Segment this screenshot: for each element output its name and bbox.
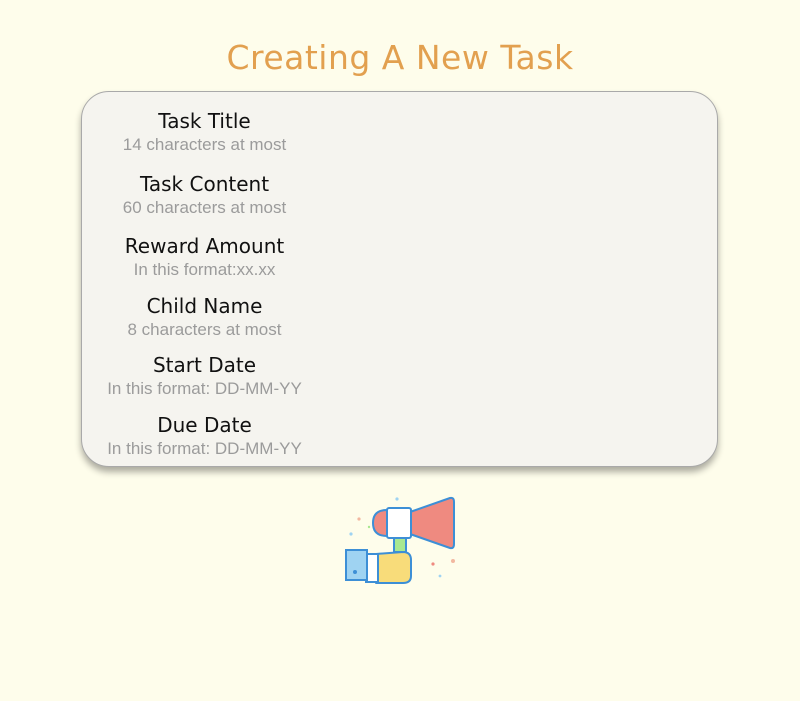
reward-amount-label: Reward Amount xyxy=(124,234,285,258)
reward-amount-input[interactable] xyxy=(82,259,327,281)
megaphone-icon xyxy=(345,496,455,584)
task-content-field: Task Content xyxy=(82,171,327,219)
due-date-field: Due Date xyxy=(82,412,327,460)
due-date-input[interactable] xyxy=(82,438,327,460)
start-date-label: Start Date xyxy=(152,353,257,377)
reward-amount-field: Reward Amount xyxy=(82,233,327,281)
child-name-label: Child Name xyxy=(146,294,263,318)
submit-task-button[interactable] xyxy=(340,494,460,586)
due-date-label: Due Date xyxy=(157,413,252,437)
task-title-input[interactable] xyxy=(82,134,327,156)
page-title: Creating A New Task xyxy=(226,38,574,77)
start-date-input[interactable] xyxy=(82,378,327,400)
task-content-input[interactable] xyxy=(82,197,327,219)
task-content-label: Task Content xyxy=(139,172,270,196)
task-form-card: Task Title Task Content Reward Amount Ch… xyxy=(81,91,718,467)
start-date-field: Start Date xyxy=(82,352,327,400)
child-name-field: Child Name xyxy=(82,293,327,341)
task-title-field: Task Title xyxy=(82,108,327,156)
child-name-input[interactable] xyxy=(82,319,327,341)
task-title-label: Task Title xyxy=(158,109,251,133)
